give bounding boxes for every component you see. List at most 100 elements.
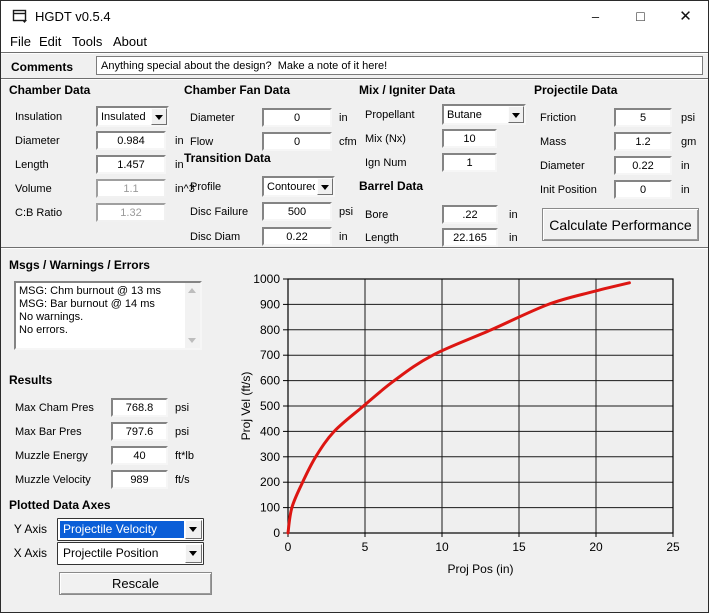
mass-field[interactable] bbox=[614, 132, 672, 151]
y-axis-label: Y Axis bbox=[9, 518, 47, 541]
y-tick-label: 0 bbox=[273, 526, 280, 540]
dropdown-button[interactable] bbox=[151, 108, 167, 125]
c-b-ratio-field bbox=[96, 203, 166, 222]
window-title: HGDT v0.5.4 bbox=[35, 9, 111, 24]
diameter-field[interactable] bbox=[262, 108, 332, 127]
field-row: Disc Failurepsi bbox=[184, 202, 356, 224]
unit-label: in bbox=[509, 205, 518, 225]
x-tick-label: 5 bbox=[362, 540, 369, 554]
menu-tools[interactable]: Tools bbox=[72, 34, 102, 49]
diameter-field[interactable] bbox=[614, 156, 672, 175]
comments-label: Comments bbox=[11, 60, 73, 74]
section-title: Chamber Data bbox=[9, 83, 90, 97]
close-button[interactable]: ✕ bbox=[663, 1, 708, 31]
section-title: Transition Data bbox=[184, 151, 271, 165]
flow-field[interactable] bbox=[262, 132, 332, 151]
minimize-icon: – bbox=[592, 9, 599, 24]
propellant-selected-value: Butane bbox=[447, 108, 506, 122]
unit-label: in bbox=[681, 180, 690, 200]
field-row: Frictionpsi bbox=[534, 108, 706, 130]
chart: 0510152025010020030040050060070080090010… bbox=[236, 257, 709, 605]
y-tick-label: 900 bbox=[260, 297, 280, 311]
scroll-down-icon[interactable] bbox=[188, 338, 196, 343]
disc-diam-label: Disc Diam bbox=[190, 227, 240, 247]
y-axis-selected-value: Projectile Velocity bbox=[60, 521, 184, 538]
chevron-down-icon bbox=[512, 113, 520, 118]
unit-label: in bbox=[175, 131, 184, 151]
length-label: Length bbox=[365, 228, 399, 248]
calculate-performance-button[interactable]: Calculate Performance bbox=[542, 208, 699, 241]
length-field[interactable] bbox=[442, 228, 498, 247]
diameter-label: Diameter bbox=[190, 108, 235, 128]
x-tick-label: 10 bbox=[435, 540, 449, 554]
messages-section-title: Msgs / Warnings / Errors bbox=[9, 258, 150, 272]
section-title: Results bbox=[9, 373, 52, 387]
y-tick-label: 800 bbox=[260, 323, 280, 337]
disc-failure-field[interactable] bbox=[262, 202, 332, 221]
max-cham-pres-label: Max Cham Pres bbox=[15, 398, 94, 418]
disc-diam-field[interactable] bbox=[262, 227, 332, 246]
insulation-selected-value: Insulated bbox=[101, 110, 149, 124]
menu-bar: File Edit Tools About bbox=[1, 31, 708, 52]
length-field[interactable] bbox=[96, 155, 166, 174]
chevron-down-icon bbox=[155, 115, 163, 120]
unit-label: in bbox=[339, 227, 348, 247]
form-window-icon bbox=[12, 9, 28, 24]
field-row: Length in bbox=[9, 155, 184, 177]
y-tick-label: 100 bbox=[260, 501, 280, 515]
x-axis-label: X Axis bbox=[9, 542, 47, 565]
unit-label: in bbox=[175, 155, 184, 175]
plotted-axes-section-title: Plotted Data Axes bbox=[9, 498, 111, 512]
scroll-up-icon[interactable] bbox=[188, 288, 196, 293]
y-axis-dropdown-button[interactable] bbox=[185, 520, 202, 539]
muzzle-velocity-field[interactable] bbox=[111, 470, 168, 489]
insulation-select[interactable]: Insulated bbox=[96, 106, 169, 127]
mix-nx-field[interactable] bbox=[442, 129, 497, 148]
section-title: Projectile Data bbox=[534, 83, 617, 97]
init-position-field[interactable] bbox=[614, 180, 672, 199]
field-row: Diameterin bbox=[534, 156, 706, 178]
rescale-button[interactable]: Rescale bbox=[59, 572, 212, 595]
profile-label: Profile bbox=[190, 177, 221, 197]
field-row: Init Positionin bbox=[534, 180, 706, 202]
dropdown-button[interactable] bbox=[508, 106, 524, 123]
ign-num-field[interactable] bbox=[442, 153, 497, 172]
muzzle-energy-field[interactable] bbox=[111, 446, 168, 465]
chevron-down-icon bbox=[321, 185, 329, 190]
x-tick-label: 0 bbox=[285, 540, 292, 554]
menu-edit[interactable]: Edit bbox=[39, 34, 61, 49]
menu-about[interactable]: About bbox=[113, 34, 147, 49]
mass-label: Mass bbox=[540, 132, 566, 152]
y-tick-label: 200 bbox=[260, 475, 280, 489]
field-row: Massgm bbox=[534, 132, 706, 154]
x-axis-select[interactable]: Projectile Position bbox=[57, 542, 204, 565]
menu-file[interactable]: File bbox=[10, 34, 31, 49]
minimize-button[interactable]: – bbox=[573, 1, 618, 31]
y-axis-select[interactable]: Projectile Velocity bbox=[57, 518, 204, 541]
max-bar-pres-field[interactable] bbox=[111, 422, 168, 441]
profile-select[interactable]: Contoured bbox=[262, 176, 335, 197]
volume-field bbox=[96, 179, 166, 198]
scrollbar[interactable] bbox=[185, 283, 200, 348]
length-label: Length bbox=[15, 155, 49, 175]
message-line: No errors. bbox=[19, 324, 182, 337]
comments-input[interactable] bbox=[96, 56, 703, 75]
friction-field[interactable] bbox=[614, 108, 672, 127]
y-tick-label: 300 bbox=[260, 450, 280, 464]
section-title: Mix / Igniter Data bbox=[359, 83, 455, 97]
dropdown-button[interactable] bbox=[317, 178, 333, 195]
max-cham-pres-field[interactable] bbox=[111, 398, 168, 417]
bore-field[interactable] bbox=[442, 205, 498, 224]
field-row: Max Cham Prespsi bbox=[9, 398, 209, 420]
field-row: Disc Diam in bbox=[184, 227, 356, 249]
propellant-select[interactable]: Butane bbox=[442, 104, 526, 125]
profile-selected-value: Contoured bbox=[267, 180, 315, 194]
chevron-down-icon bbox=[189, 527, 197, 532]
maximize-button[interactable]: □ bbox=[618, 1, 663, 31]
diameter-field[interactable] bbox=[96, 131, 166, 150]
x-axis-dropdown-button[interactable] bbox=[185, 544, 202, 563]
friction-label: Friction bbox=[540, 108, 576, 128]
y-tick-label: 700 bbox=[260, 348, 280, 362]
message-line: MSG: Bar burnout @ 14 ms bbox=[19, 298, 182, 311]
field-row: Volumein^3 bbox=[9, 179, 184, 201]
